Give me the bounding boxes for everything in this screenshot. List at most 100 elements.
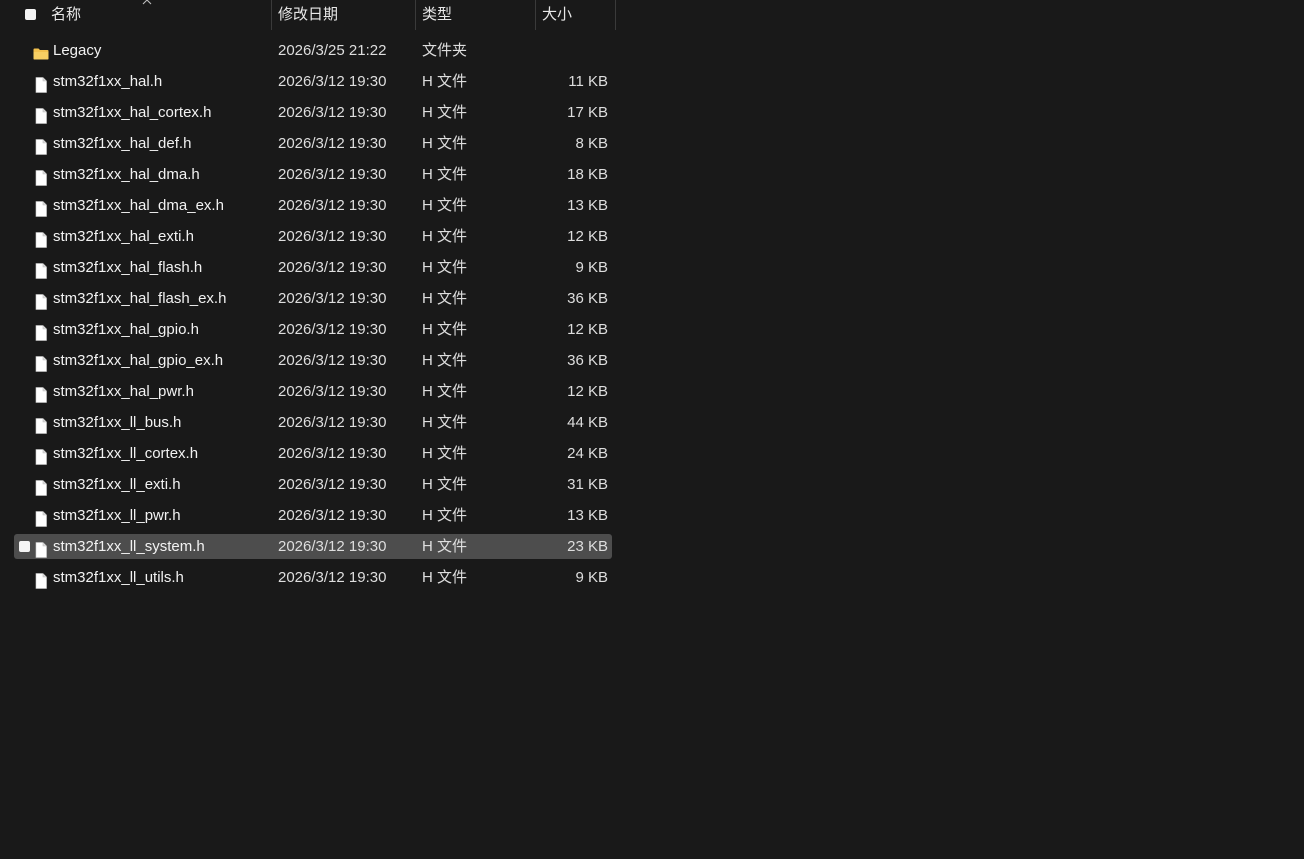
file-type: H 文件 <box>422 476 468 493</box>
modified-date: 2026/3/25 21:22 <box>278 42 387 59</box>
file-row[interactable]: stm32f1xx_hal_gpio_ex.h 2026/3/12 19:30 H … <box>0 345 616 376</box>
file-name: stm32f1xx_hal_gpio_ex.h <box>53 352 224 369</box>
file-icon <box>33 414 49 434</box>
file-size: 13 KB <box>567 197 608 214</box>
file-name: stm32f1xx_hal_exti.h <box>53 228 194 245</box>
row-checkbox[interactable] <box>19 541 30 552</box>
modified-date: 2026/3/12 19:30 <box>278 135 387 152</box>
column-date-header[interactable]: 修改日期 <box>278 0 414 30</box>
file-type: H 文件 <box>422 569 468 586</box>
file-row[interactable]: stm32f1xx_ll_utils.h 2026/3/12 19:30 H 文件 9… <box>0 562 616 593</box>
file-row[interactable]: stm32f1xx_ll_exti.h 2026/3/12 19:30 H 文件 31… <box>0 469 616 500</box>
file-size: 8 KB <box>575 135 608 152</box>
file-icon <box>33 383 49 403</box>
file-name: stm32f1xx_hal_pwr.h <box>53 383 194 400</box>
file-size: 44 KB <box>567 414 608 431</box>
file-list: Legacy 2026/3/25 21:22 文件夹 stm32f1xx_hal.h 2… <box>0 35 616 593</box>
modified-date: 2026/3/12 19:30 <box>278 569 387 586</box>
file-name: stm32f1xx_ll_exti.h <box>53 476 181 493</box>
file-name: stm32f1xx_hal.h <box>53 73 163 90</box>
column-type-header[interactable]: 类型 <box>422 0 534 30</box>
modified-date: 2026/3/12 19:30 <box>278 383 387 400</box>
modified-date: 2026/3/12 19:30 <box>278 166 387 183</box>
file-type: H 文件 <box>422 507 468 524</box>
file-size: 17 KB <box>567 104 608 121</box>
file-size: 11 KB <box>568 73 608 90</box>
file-type: H 文件 <box>422 228 468 245</box>
file-name: stm32f1xx_ll_cortex.h <box>53 445 199 462</box>
column-divider[interactable] <box>615 0 616 30</box>
file-name: stm32f1xx_ll_utils.h <box>53 569 184 586</box>
modified-date: 2026/3/12 19:30 <box>278 476 387 493</box>
file-size: 24 KB <box>567 445 608 462</box>
file-size: 12 KB <box>567 383 608 400</box>
file-size: 9 KB <box>575 569 608 586</box>
modified-date: 2026/3/12 19:30 <box>278 104 387 121</box>
file-icon <box>33 538 49 558</box>
file-row[interactable]: stm32f1xx_hal.h 2026/3/12 19:30 H 文件 11 KB <box>0 66 616 97</box>
select-all-checkbox[interactable] <box>25 9 36 20</box>
file-size: 36 KB <box>567 290 608 307</box>
file-size: 18 KB <box>567 166 608 183</box>
file-row[interactable]: stm32f1xx_ll_system.h 2026/3/12 19:30 H 文件… <box>0 531 616 562</box>
file-size: 36 KB <box>567 352 608 369</box>
file-icon <box>33 476 49 496</box>
file-size: 12 KB <box>567 228 608 245</box>
file-type: H 文件 <box>422 135 468 152</box>
column-name-header[interactable]: 名称 <box>51 0 271 30</box>
file-row[interactable]: stm32f1xx_ll_pwr.h 2026/3/12 19:30 H 文件 13 … <box>0 500 616 531</box>
file-icon <box>33 352 49 372</box>
sort-ascending-icon <box>142 0 152 5</box>
file-name: stm32f1xx_ll_system.h <box>53 538 205 555</box>
file-icon <box>33 569 49 589</box>
file-icon <box>33 321 49 341</box>
modified-date: 2026/3/12 19:30 <box>278 228 387 245</box>
file-type: H 文件 <box>422 166 468 183</box>
file-name: stm32f1xx_hal_gpio.h <box>53 321 199 338</box>
file-type: H 文件 <box>422 538 468 555</box>
file-name: stm32f1xx_hal_dma.h <box>53 166 200 183</box>
file-size: 12 KB <box>567 321 608 338</box>
file-type: H 文件 <box>422 321 468 338</box>
file-icon <box>33 135 49 155</box>
file-type: H 文件 <box>422 73 468 90</box>
file-row[interactable]: stm32f1xx_hal_gpio.h 2026/3/12 19:30 H 文件 1… <box>0 314 616 345</box>
modified-date: 2026/3/12 19:30 <box>278 538 387 555</box>
file-row[interactable]: stm32f1xx_ll_bus.h 2026/3/12 19:30 H 文件 44 … <box>0 407 616 438</box>
file-type: H 文件 <box>422 290 468 307</box>
column-divider[interactable] <box>271 0 272 30</box>
file-row[interactable]: stm32f1xx_hal_dma.h 2026/3/12 19:30 H 文件 18… <box>0 159 616 190</box>
file-icon <box>33 290 49 310</box>
modified-date: 2026/3/12 19:30 <box>278 321 387 338</box>
file-icon <box>33 228 49 248</box>
file-type: H 文件 <box>422 383 468 400</box>
modified-date: 2026/3/12 19:30 <box>278 73 387 90</box>
file-name: stm32f1xx_ll_bus.h <box>53 414 182 431</box>
file-type: H 文件 <box>422 104 468 121</box>
file-row[interactable]: stm32f1xx_hal_cortex.h 2026/3/12 19:30 H 文… <box>0 97 616 128</box>
file-row[interactable]: stm32f1xx_ll_cortex.h 2026/3/12 19:30 H 文件… <box>0 438 616 469</box>
folder-row[interactable]: Legacy 2026/3/25 21:22 文件夹 <box>0 35 616 66</box>
file-icon <box>33 507 49 527</box>
file-row[interactable]: stm32f1xx_hal_flash.h 2026/3/12 19:30 H 文件… <box>0 252 616 283</box>
file-explorer: 名称 修改日期 类型 大小 Legacy 2026/3/25 21:22 文件夹 st… <box>0 0 1304 859</box>
modified-date: 2026/3/12 19:30 <box>278 197 387 214</box>
file-type: H 文件 <box>422 414 468 431</box>
file-name: Legacy <box>53 42 102 59</box>
file-type: 文件夹 <box>422 42 468 59</box>
column-size-header[interactable]: 大小 <box>542 0 614 30</box>
modified-date: 2026/3/12 19:30 <box>278 290 387 307</box>
file-size: 23 KB <box>567 538 608 555</box>
column-divider[interactable] <box>535 0 536 30</box>
file-size: 9 KB <box>575 259 608 276</box>
column-divider[interactable] <box>415 0 416 30</box>
file-row[interactable]: stm32f1xx_hal_def.h 2026/3/12 19:30 H 文件 8 … <box>0 128 616 159</box>
file-icon <box>33 73 49 93</box>
file-row[interactable]: stm32f1xx_hal_exti.h 2026/3/12 19:30 H 文件 1… <box>0 221 616 252</box>
modified-date: 2026/3/12 19:30 <box>278 507 387 524</box>
file-type: H 文件 <box>422 352 468 369</box>
file-row[interactable]: stm32f1xx_hal_flash_ex.h 2026/3/12 19:30 H… <box>0 283 616 314</box>
file-type: H 文件 <box>422 197 468 214</box>
file-row[interactable]: stm32f1xx_hal_pwr.h 2026/3/12 19:30 H 文件 12… <box>0 376 616 407</box>
file-row[interactable]: stm32f1xx_hal_dma_ex.h 2026/3/12 19:30 H 文… <box>0 190 616 221</box>
